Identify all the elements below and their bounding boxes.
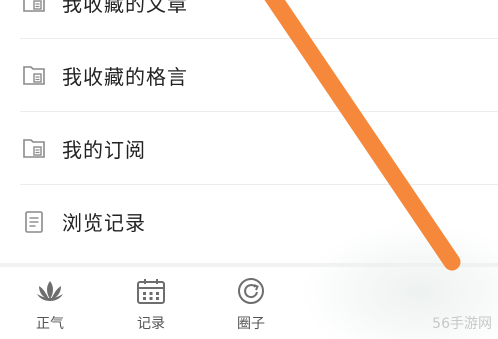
menu-item-favorite-articles[interactable]: 我收藏的文章 <box>20 0 498 39</box>
document-icon <box>20 208 48 236</box>
menu-item-favorite-quotes[interactable]: 我收藏的格言 <box>20 39 498 112</box>
lotus-icon <box>34 275 66 307</box>
menu-item-label: 我收藏的格言 <box>62 64 188 89</box>
folder-doc-icon <box>20 61 48 89</box>
folder-doc-icon <box>20 0 48 16</box>
tab-label: 圈子 <box>237 316 265 332</box>
tab-circle[interactable]: 圈子 <box>216 275 286 335</box>
tab-label: 正气 <box>36 316 64 332</box>
tab-label: 记录 <box>137 316 165 332</box>
menu-item-subscriptions[interactable]: 我的订阅 <box>20 112 498 185</box>
circle-refresh-icon <box>235 275 267 307</box>
tab-records[interactable]: 记录 <box>116 275 186 335</box>
menu-item-label: 我的订阅 <box>62 137 146 162</box>
watermark: 56手游网 <box>432 316 492 332</box>
calendar-icon <box>135 275 167 307</box>
menu-item-label: 我收藏的文章 <box>62 0 188 16</box>
tab-zhengqi[interactable]: 正气 <box>15 275 85 335</box>
menu-item-browsing-history[interactable]: 浏览记录 <box>20 185 498 258</box>
menu-item-label: 浏览记录 <box>62 211 146 235</box>
bottom-tab-bar: 正气 记录 圈子 <box>0 267 498 339</box>
folder-doc-icon <box>20 134 48 162</box>
